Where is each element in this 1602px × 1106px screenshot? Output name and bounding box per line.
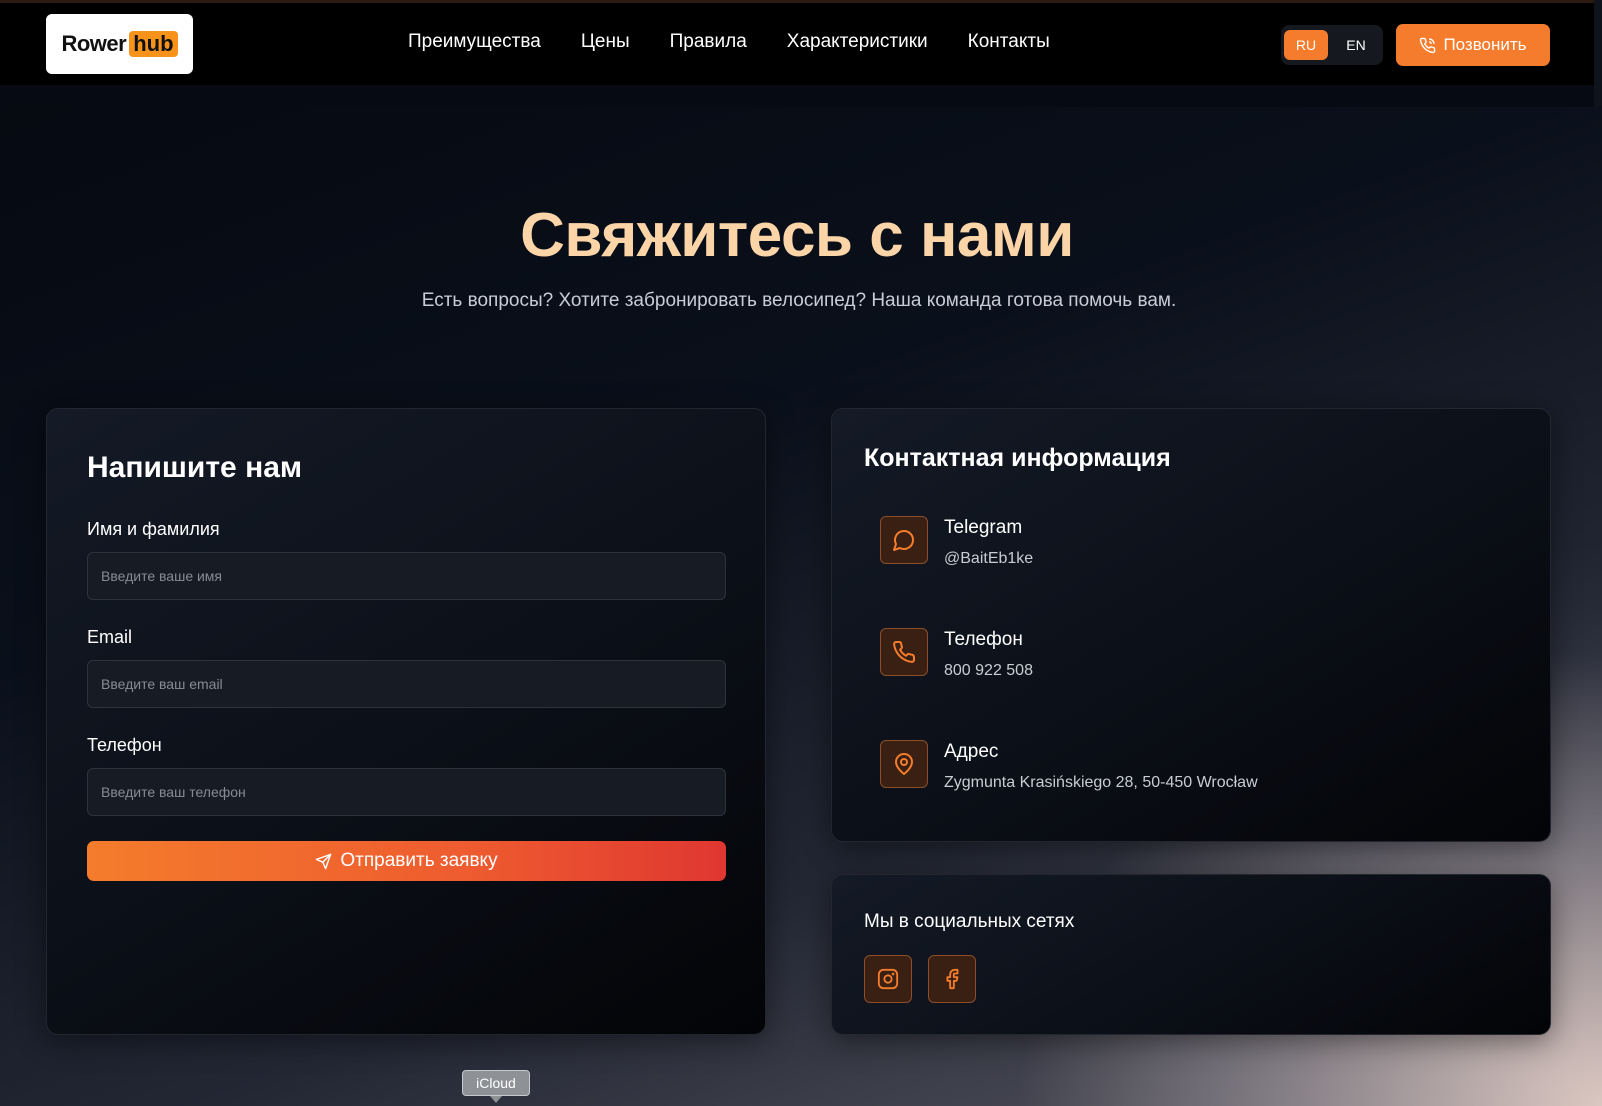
instagram-icon[interactable] xyxy=(864,955,912,1003)
logo-text: Rower xyxy=(61,31,127,56)
language-switcher: RU EN xyxy=(1281,25,1383,65)
contact-info-title: Контактная информация xyxy=(864,444,1171,472)
window-right-edge xyxy=(1594,0,1602,107)
contact-form-card: Напишите нам Имя и фамилия Email Телефон… xyxy=(46,408,766,1035)
contact-item-title: Телефон xyxy=(944,629,1023,650)
social-card: Мы в социальных сетях xyxy=(831,874,1551,1035)
call-button-label: Позвонить xyxy=(1443,35,1527,54)
phone-label: Телефон xyxy=(87,735,162,755)
contact-item-phone: Телефон 800 922 508 xyxy=(880,628,1033,680)
contact-item-title: Адрес xyxy=(944,741,999,762)
contact-item-address: Адрес Zygmunta Krasińskiego 28, 50-450 W… xyxy=(880,740,1258,792)
form-title: Напишите нам xyxy=(87,451,303,484)
submit-button-label: Отправить заявку xyxy=(340,850,498,871)
logo[interactable]: Rower hub xyxy=(46,14,193,74)
logo-mark: Rower hub xyxy=(61,31,178,57)
name-field[interactable] xyxy=(101,568,712,584)
nav-item-contacts[interactable]: Контакты xyxy=(968,31,1050,53)
site-header: Rower hub Преимущества Цены Правила Хара… xyxy=(0,3,1594,85)
page-title: Свяжитесь с нами xyxy=(520,201,1074,270)
telegram-handle[interactable]: @BaitEb1ke xyxy=(944,550,1033,568)
lang-ru-button[interactable]: RU xyxy=(1284,30,1328,60)
email-field[interactable] xyxy=(101,676,712,692)
nav-item-advantages[interactable]: Преимущества xyxy=(408,31,541,53)
name-label: Имя и фамилия xyxy=(87,519,220,539)
map-pin-icon xyxy=(880,740,928,788)
contact-info-card: Контактная информация Telegram @BaitEb1k… xyxy=(831,408,1551,842)
main-nav: Преимущества Цены Правила Характеристики… xyxy=(408,31,1050,53)
contact-item-text: Телефон 800 922 508 xyxy=(944,628,1033,680)
page-subtitle: Есть вопросы? Хотите забронировать велос… xyxy=(421,290,1177,311)
lang-en-button[interactable]: EN xyxy=(1334,30,1378,60)
phone-number[interactable]: 800 922 508 xyxy=(944,662,1033,680)
tooltip-arrow xyxy=(490,1096,502,1103)
send-icon xyxy=(315,853,332,870)
phone-field-wrapper xyxy=(87,768,726,816)
address-text: Zygmunta Krasińskiego 28, 50-450 Wrocław xyxy=(944,774,1258,791)
call-button[interactable]: Позвонить xyxy=(1396,24,1550,66)
facebook-icon[interactable] xyxy=(928,955,976,1003)
social-links xyxy=(864,955,976,1003)
phone-field[interactable] xyxy=(101,784,712,800)
header-shadow-bar xyxy=(0,85,1594,107)
icloud-tooltip: iCloud xyxy=(462,1070,530,1096)
contact-item-telegram: Telegram @BaitEb1ke xyxy=(880,516,1033,568)
name-field-wrapper xyxy=(87,552,726,600)
email-label: Email xyxy=(87,627,133,647)
contact-item-text: Telegram @BaitEb1ke xyxy=(944,516,1033,568)
phone-icon xyxy=(880,628,928,676)
submit-button[interactable]: Отправить заявку xyxy=(87,841,726,881)
email-field-wrapper xyxy=(87,660,726,708)
contact-item-text: Адрес Zygmunta Krasińskiego 28, 50-450 W… xyxy=(944,740,1258,792)
nav-item-prices[interactable]: Цены xyxy=(581,31,630,53)
chat-icon xyxy=(880,516,928,564)
phone-icon xyxy=(1419,37,1436,54)
nav-item-specs[interactable]: Характеристики xyxy=(787,31,928,53)
contact-item-title: Telegram xyxy=(944,517,1023,538)
nav-item-rules[interactable]: Правила xyxy=(670,31,747,53)
logo-hub-badge: hub xyxy=(129,31,178,57)
social-title: Мы в социальных сетях xyxy=(864,911,1075,932)
